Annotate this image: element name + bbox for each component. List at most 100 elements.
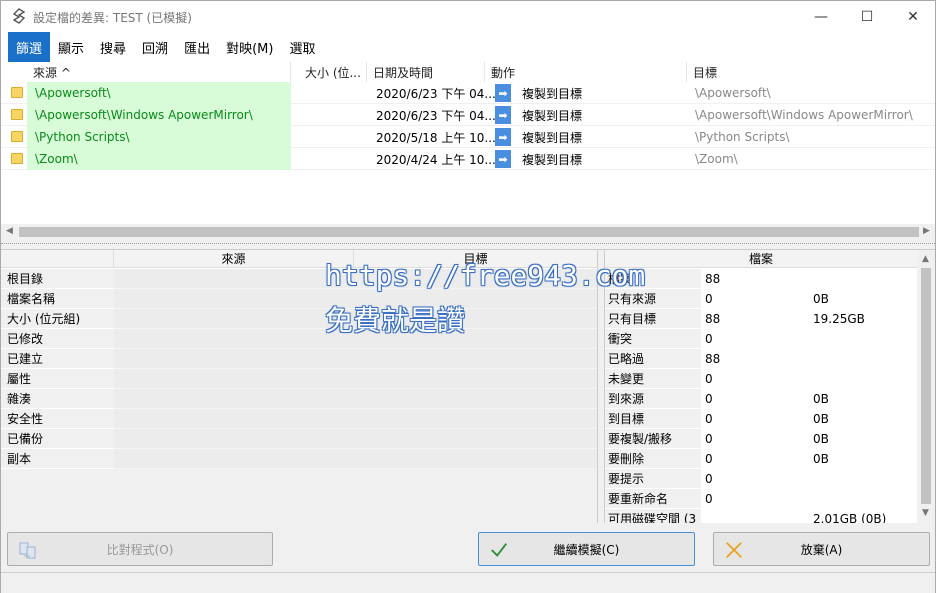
- stats-count: 0: [705, 432, 713, 446]
- column-header-source[interactable]: 來源 ^: [27, 62, 291, 82]
- table-row[interactable]: \Zoom\ 2020/4/24 上午 10... ➡ 複製到目標 \Zoom\: [1, 148, 935, 170]
- stats-label: 可用磁碟空間 (3: [605, 509, 701, 523]
- stats-label: 只有目標: [605, 309, 701, 329]
- property-row: 檔案名稱: [1, 289, 597, 309]
- stats-row: 要複製/搬移 0 0B: [605, 429, 917, 449]
- target-path: \Apowersoft\: [695, 86, 771, 100]
- file-list: 來源 ^ 大小 (位... 日期及時間 動作 目標 \Apowersoft\ 2…: [1, 62, 935, 240]
- stats-label: 衝突: [605, 329, 701, 349]
- maximize-icon: ☐: [860, 8, 874, 25]
- stats-count: 0: [705, 332, 713, 346]
- menu-mapping[interactable]: 對映(M): [218, 32, 281, 62]
- stats-label: 要刪除: [605, 449, 701, 469]
- property-label: 檔案名稱: [1, 289, 114, 309]
- property-row: 大小 (位元組): [1, 309, 597, 329]
- scroll-up-icon[interactable]: ▲: [922, 254, 929, 264]
- action-label: 複製到目標: [522, 130, 583, 145]
- source-path: \Zoom\: [27, 148, 291, 170]
- stats-label: 要提示: [605, 469, 701, 489]
- stats-size: 0B: [813, 292, 829, 306]
- abort-button[interactable]: 放棄(A): [713, 532, 930, 566]
- stats-size: 0B: [813, 392, 829, 406]
- source-path: \Python Scripts\: [27, 126, 291, 148]
- stats-row: 到來源 0 0B: [605, 389, 917, 409]
- scroll-left-icon[interactable]: ◀: [6, 226, 13, 236]
- scrollbar-thumb[interactable]: [921, 268, 931, 504]
- horizontal-splitter[interactable]: [1, 240, 935, 250]
- table-row[interactable]: \Apowersoft\Windows ApowerMirror\ 2020/6…: [1, 104, 935, 126]
- watermark-slogan: 免費就是讚: [325, 304, 466, 337]
- folder-icon: [11, 109, 23, 120]
- property-row: 已修改: [1, 329, 597, 349]
- abort-label: 放棄(A): [800, 542, 843, 557]
- action-label: 複製到目標: [522, 152, 583, 167]
- menu-revert[interactable]: 回溯: [134, 32, 176, 62]
- stats-count: 88: [705, 272, 721, 286]
- scroll-right-icon[interactable]: ▶: [923, 226, 930, 236]
- menu-filter[interactable]: 篩選: [8, 32, 51, 62]
- vertical-scrollbar[interactable]: ▲ ▼: [917, 250, 935, 523]
- property-row: 屬性: [1, 369, 597, 389]
- scrollbar-thumb[interactable]: [19, 227, 919, 237]
- horizontal-scrollbar[interactable]: ◀ ▶: [1, 224, 935, 240]
- check-icon: [489, 540, 509, 560]
- property-label: 已修改: [1, 329, 114, 349]
- property-row: 雜湊: [1, 389, 597, 409]
- close-icon: ✕: [907, 8, 919, 25]
- minimize-icon: —: [814, 8, 828, 25]
- stats-row: 要刪除 0 0B: [605, 449, 917, 469]
- copy-arrow-icon: ➡: [495, 84, 511, 102]
- compare-program-button[interactable]: 比對程式(O): [7, 532, 273, 566]
- stats-size: 0B: [813, 452, 829, 466]
- cross-icon: [724, 540, 744, 560]
- window-title: 設定檔的差異: TEST (已模擬): [33, 11, 192, 25]
- table-row[interactable]: \Python Scripts\ 2020/5/18 上午 10... ➡ 複製…: [1, 126, 935, 148]
- stats-row: 只有目標 88 19.25GB: [605, 309, 917, 329]
- property-row: 副本: [1, 449, 597, 469]
- minimize-button[interactable]: —: [798, 1, 844, 32]
- column-header-action[interactable]: 動作: [485, 62, 687, 82]
- menu-search[interactable]: 搜尋: [92, 32, 134, 62]
- stats-row: 可用磁碟空間 (3 2.01GB (0B): [605, 509, 917, 523]
- copy-arrow-icon: ➡: [495, 106, 511, 124]
- app-window: 設定檔的差異: TEST (已模擬) — ☐ ✕ 篩選 顯示 搜尋 回溯 匯出 …: [0, 0, 936, 593]
- folder-icon: [11, 87, 23, 98]
- continue-simulation-button[interactable]: 繼續模擬(C): [478, 532, 695, 566]
- menu-view[interactable]: 顯示: [50, 32, 92, 62]
- menu-export[interactable]: 匯出: [176, 32, 218, 62]
- property-label: 已備份: [1, 429, 114, 449]
- column-header-size[interactable]: 大小 (位...: [299, 62, 367, 82]
- stats-label: 已略過: [605, 349, 701, 369]
- stats-count: 88: [705, 352, 721, 366]
- maximize-button[interactable]: ☐: [844, 1, 890, 32]
- date-time: 2020/5/18 上午 10...: [376, 130, 496, 145]
- stats-count: 0: [705, 392, 713, 406]
- compare-label: 比對程式(O): [106, 542, 174, 557]
- stats-row: 要提示 0: [605, 469, 917, 489]
- stats-label: 到來源: [605, 389, 701, 409]
- stats-size: 19.25GB: [813, 312, 865, 326]
- folder-icon: [11, 153, 23, 164]
- stats-size: 2.01GB (0B): [813, 512, 887, 523]
- stats-label: 只有來源: [605, 289, 701, 309]
- target-path: \Apowersoft\Windows ApowerMirror\: [695, 108, 913, 122]
- target-path: \Python Scripts\: [695, 130, 790, 144]
- watermark-url: https://free943.com: [325, 259, 646, 292]
- source-path: \Apowersoft\: [27, 82, 291, 104]
- target-path: \Zoom\: [695, 152, 738, 166]
- stats-label: 要複製/搬移: [605, 429, 701, 449]
- close-button[interactable]: ✕: [890, 1, 936, 32]
- scroll-down-icon[interactable]: ▼: [922, 508, 929, 518]
- menu-bar: 篩選 顯示 搜尋 回溯 匯出 對映(M) 選取: [1, 32, 935, 62]
- action-label: 複製到目標: [522, 108, 583, 123]
- copy-arrow-icon: ➡: [495, 128, 511, 146]
- column-header-date[interactable]: 日期及時間: [367, 62, 485, 82]
- menu-select[interactable]: 選取: [281, 32, 323, 62]
- property-label: 已建立: [1, 349, 114, 369]
- source-path: \Apowersoft\Windows ApowerMirror\: [27, 104, 291, 126]
- property-row: 已建立: [1, 349, 597, 369]
- column-header-target[interactable]: 目標: [687, 62, 935, 82]
- stats-row: 到目標 0 0B: [605, 409, 917, 429]
- app-icon: [12, 8, 26, 24]
- table-row[interactable]: \Apowersoft\ 2020/6/23 下午 04... ➡ 複製到目標 …: [1, 82, 935, 104]
